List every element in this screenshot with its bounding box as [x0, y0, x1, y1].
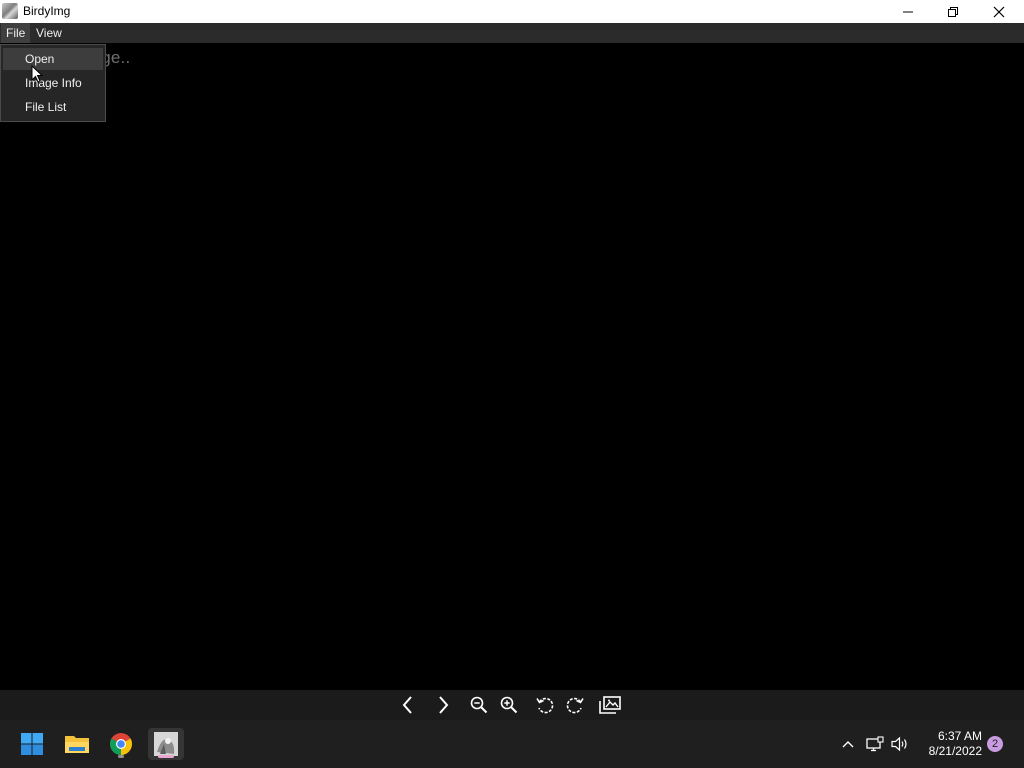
rotate-right-button[interactable] — [562, 693, 588, 717]
menu-file[interactable]: File — [1, 23, 31, 43]
menu-view[interactable]: View — [31, 23, 67, 43]
maximize-button[interactable] — [930, 0, 976, 23]
network-button[interactable] — [864, 728, 886, 760]
zoom-out-button[interactable] — [466, 693, 492, 717]
file-menu-dropdown: Open Image Info File List — [0, 44, 106, 122]
previous-button[interactable] — [395, 693, 421, 717]
system-clock[interactable]: 6:37 AM 8/21/2022 — [916, 729, 982, 759]
minimize-button[interactable] — [885, 0, 931, 23]
zoom-in-icon — [500, 696, 518, 714]
close-button[interactable] — [976, 0, 1022, 23]
next-button[interactable] — [430, 693, 456, 717]
chevron-up-icon — [842, 741, 854, 748]
chrome-running-indicator — [118, 755, 124, 758]
chrome-icon — [110, 733, 132, 755]
start-button[interactable] — [16, 728, 48, 760]
menu-item-file-list[interactable]: File List — [3, 96, 103, 118]
file-explorer-button[interactable] — [61, 728, 93, 760]
volume-button[interactable] — [889, 728, 911, 760]
taskbar: 6:37 AM 8/21/2022 — [0, 720, 1024, 768]
window-title: BirdyImg — [23, 4, 71, 18]
title-bar: BirdyImg — [0, 0, 1024, 23]
restore-icon — [948, 6, 958, 17]
notification-badge[interactable]: 2 — [987, 736, 1003, 752]
rotate-left-icon — [536, 697, 554, 714]
next-icon — [439, 696, 449, 714]
zoom-out-icon — [470, 696, 488, 714]
clock-time: 6:37 AM — [937, 729, 982, 743]
birdyimg-active-indicator — [158, 755, 174, 758]
show-hidden-icons-button[interactable] — [838, 728, 858, 760]
mouse-cursor-icon — [31, 65, 43, 83]
chrome-button[interactable] — [105, 728, 137, 760]
clock-date: 8/21/2022 — [928, 744, 982, 758]
menu-bar: File View — [0, 23, 1024, 43]
file-explorer-icon — [65, 736, 89, 753]
birdyimg-window: BirdyImg File View Open Image.. Open Ima… — [0, 0, 1024, 768]
volume-icon — [891, 736, 907, 752]
birdyimg-taskbar-button[interactable] — [148, 728, 184, 760]
rotate-left-button[interactable] — [532, 693, 558, 717]
previous-icon — [402, 696, 412, 714]
minimize-icon — [903, 11, 913, 12]
start-icon — [21, 733, 43, 755]
zoom-in-button[interactable] — [496, 693, 522, 717]
rotate-right-icon — [566, 697, 584, 714]
viewer-toolbar — [0, 690, 1024, 720]
menu-item-open[interactable]: Open — [3, 48, 103, 70]
close-icon — [993, 6, 1005, 17]
menu-item-image-info[interactable]: Image Info — [3, 72, 103, 94]
gallery-icon — [599, 696, 621, 714]
app-icon — [2, 3, 18, 19]
gallery-button[interactable] — [597, 693, 623, 717]
network-icon — [866, 736, 884, 752]
birdyimg-icon — [154, 732, 178, 756]
